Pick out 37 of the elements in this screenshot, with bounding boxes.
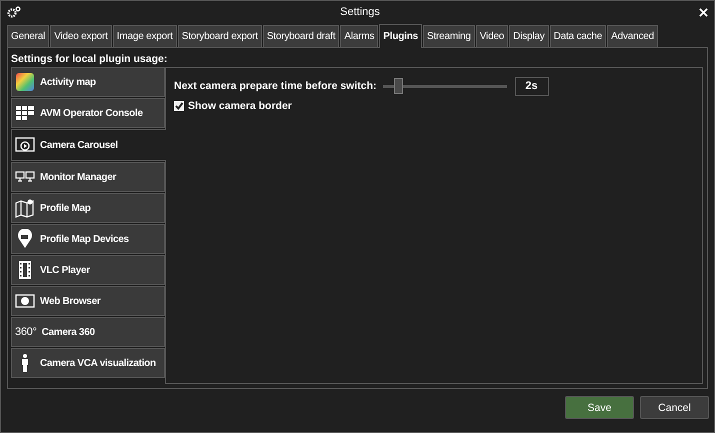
plugin-item[interactable]: Camera Carousel: [11, 129, 166, 161]
plugin-item[interactable]: Monitor Manager: [11, 162, 165, 192]
settings-tab[interactable]: Streaming: [422, 25, 475, 47]
plugin-item[interactable]: AVM Operator Console: [11, 98, 165, 128]
settings-tab[interactable]: Display: [509, 25, 549, 47]
checkbox[interactable]: [174, 101, 184, 111]
checkbox-label: Show camera border: [188, 100, 292, 112]
slider-label: Next camera prepare time before switch:: [174, 80, 376, 92]
video-wall-icon: [15, 103, 35, 123]
plugin-item[interactable]: Web Browser: [11, 286, 165, 316]
settings-tab[interactable]: Data cache: [550, 25, 606, 47]
plugin-item[interactable]: Activity map: [11, 67, 165, 97]
plugin-item[interactable]: Profile Map: [11, 193, 165, 223]
gears-icon: [7, 6, 21, 18]
window-title: Settings: [339, 6, 381, 18]
settings-tab[interactable]: Image export: [112, 25, 177, 47]
save-button[interactable]: Save: [565, 396, 634, 419]
close-icon[interactable]: [699, 8, 708, 16]
settings-tab[interactable]: Video: [476, 25, 508, 47]
plugin-item[interactable]: VLC Player: [11, 255, 165, 285]
plugin-item[interactable]: Profile Map Devices: [11, 224, 165, 254]
slider-thumb[interactable]: [394, 78, 403, 94]
settings-tab[interactable]: Storyboard export: [178, 25, 262, 47]
plugin-item[interactable]: 360° Camera 360: [11, 317, 165, 347]
map-pin-icon: [15, 229, 35, 249]
cancel-button[interactable]: Cancel: [640, 396, 709, 419]
settings-tab[interactable]: Plugins: [379, 24, 422, 48]
section-heading: Settings for local plugin usage:: [10, 52, 168, 67]
plugin-item[interactable]: Camera VCA visualization: [11, 348, 165, 378]
map-icon: [15, 198, 35, 218]
settings-tab[interactable]: General: [7, 25, 50, 47]
settings-tab[interactable]: Alarms: [340, 25, 378, 47]
settings-tab[interactable]: Storyboard draft: [262, 25, 340, 47]
settings-tab[interactable]: Video export: [50, 25, 112, 47]
slider-value: 2s: [514, 76, 548, 96]
settings-tab[interactable]: Advanced: [607, 25, 658, 47]
icon-label: 360°: [15, 326, 37, 338]
